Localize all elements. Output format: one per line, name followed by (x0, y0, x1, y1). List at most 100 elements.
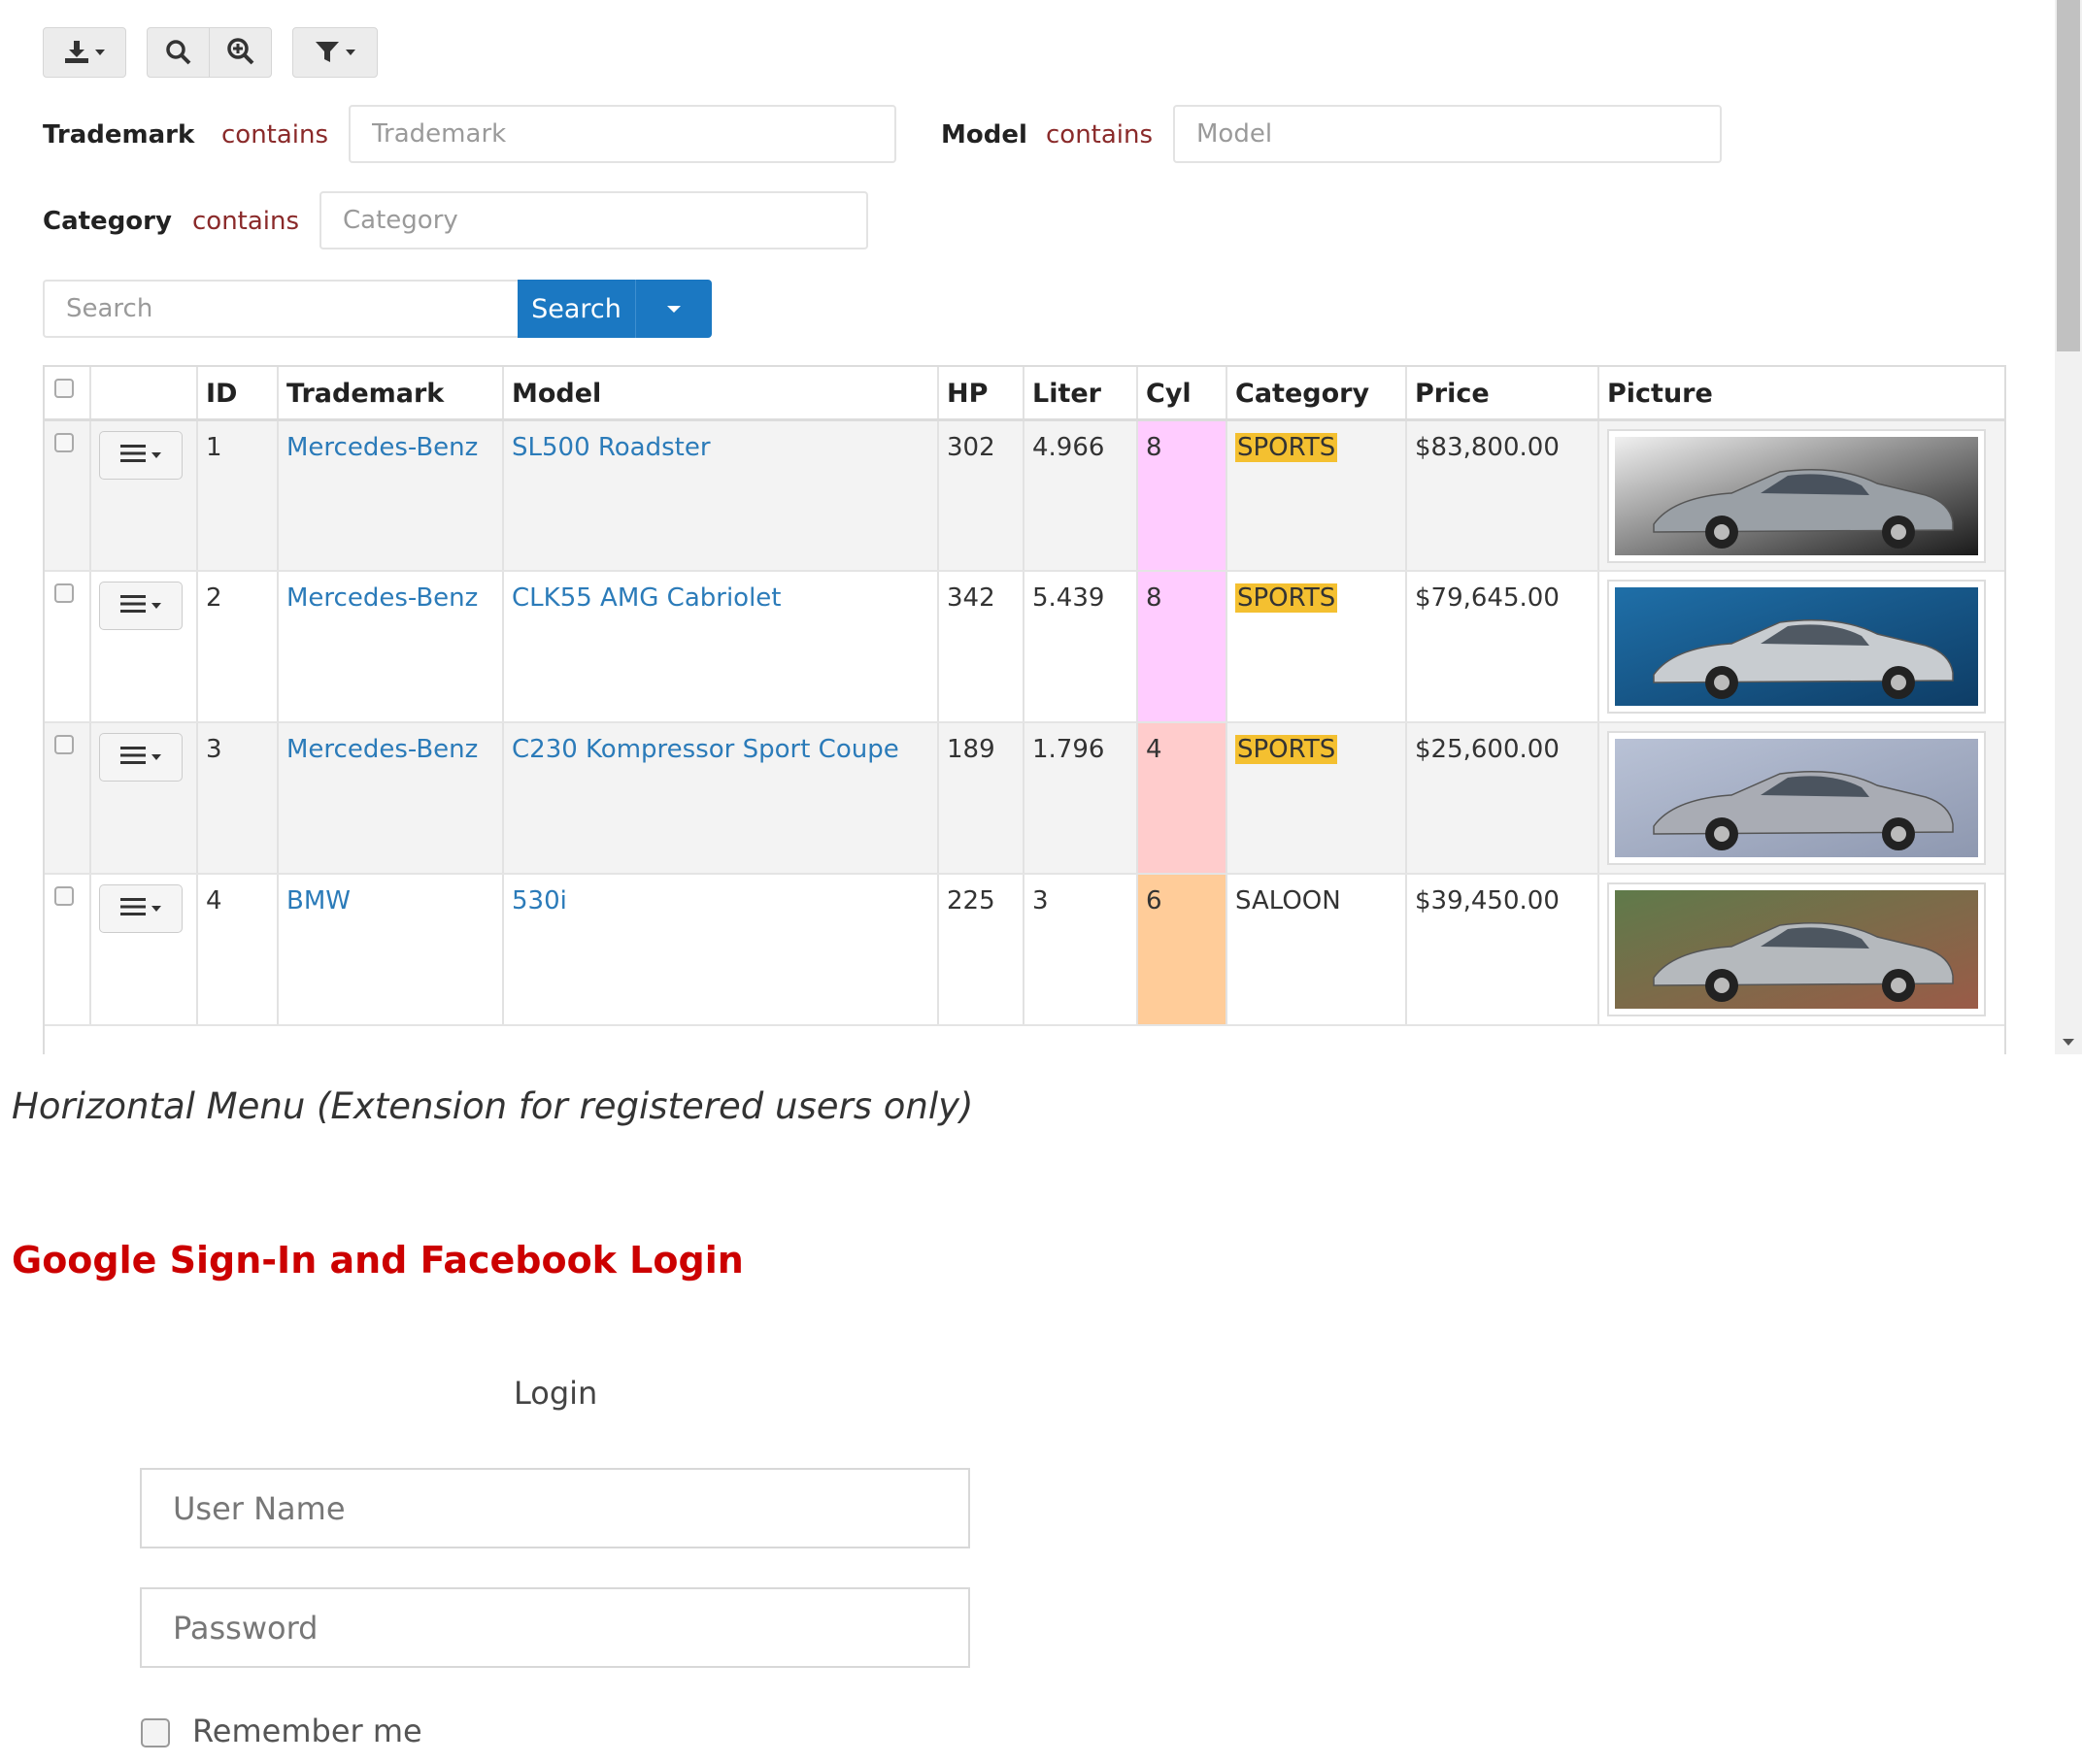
car-picture[interactable] (1607, 428, 1986, 563)
login-title: Login (514, 1375, 598, 1412)
model-filter-label: Model (941, 120, 1027, 150)
cell-price: $79,645.00 (1406, 571, 1599, 723)
category-filter-label: Category (43, 207, 172, 236)
username-input[interactable] (140, 1468, 970, 1548)
chevron-down-icon (346, 50, 355, 55)
filter-button[interactable] (292, 27, 378, 78)
cell-picture (1598, 571, 2004, 723)
table-row[interactable]: 4 BMW 530i 225 3 6 SALOON $39,450.00 (45, 874, 2004, 1026)
model-value[interactable]: CLK55 AMG Cabriolet (512, 583, 782, 613)
cell-trademark: Mercedes-Benz (278, 571, 504, 723)
model-value[interactable]: C230 Kompressor Sport Coupe (512, 735, 899, 764)
export-button[interactable] (43, 27, 126, 78)
price-value: $83,800.00 (1415, 432, 1560, 462)
row-checkbox[interactable] (54, 432, 74, 452)
search-icon (164, 38, 193, 67)
trademark-value[interactable]: BMW (286, 886, 351, 915)
password-input[interactable] (140, 1587, 970, 1668)
cell-model: 530i (503, 874, 939, 1026)
filter-icon (315, 40, 340, 65)
trademark-filter-input[interactable] (349, 105, 896, 163)
row-menu-cell (90, 722, 198, 875)
cell-price: $25,600.00 (1406, 722, 1599, 875)
id-value: 1 (206, 432, 222, 462)
cyl-value: 6 (1146, 886, 1162, 915)
cell-liter: 5.439 (1024, 571, 1138, 723)
hamburger-icon (120, 743, 146, 772)
trademark-value[interactable]: Mercedes-Benz (286, 583, 478, 613)
row-actions-button[interactable] (99, 884, 183, 933)
row-checkbox[interactable] (54, 886, 74, 906)
cell-category: SPORTS (1226, 419, 1407, 572)
model-value[interactable]: SL500 Roadster (512, 433, 711, 462)
liter-value: 3 (1032, 886, 1049, 915)
trademark-filter-operator[interactable]: contains (221, 120, 328, 150)
cell-hp: 342 (938, 571, 1024, 723)
row-checkbox[interactable] (54, 735, 74, 754)
cyl-value: 8 (1146, 432, 1162, 462)
search-input[interactable] (43, 280, 520, 338)
zoom-search-icon (225, 37, 256, 68)
table-row[interactable]: 1 Mercedes-Benz SL500 Roadster 302 4.966 8 SPO… (45, 419, 2004, 572)
hp-value: 189 (947, 735, 995, 764)
id-value: 3 (206, 735, 222, 764)
row-menu-cell (90, 571, 198, 723)
cell-liter: 4.966 (1024, 419, 1138, 572)
header-row: ID Trademark Model HP Liter Cyl Category… (45, 367, 2004, 421)
cell-id: 3 (197, 722, 279, 875)
row-checkbox[interactable] (54, 583, 74, 603)
category-filter-input[interactable] (319, 191, 868, 250)
row-menu-cell (90, 874, 198, 1026)
model-value[interactable]: 530i (512, 886, 567, 915)
model-filter-operator[interactable]: contains (1046, 120, 1153, 150)
trademark-value[interactable]: Mercedes-Benz (286, 433, 478, 462)
category-filter-operator[interactable]: contains (192, 207, 299, 236)
table-row[interactable]: 3 Mercedes-Benz C230 Kompressor Sport Coup… (45, 722, 2004, 875)
liter-value: 1.796 (1032, 735, 1105, 764)
column-header-trademark[interactable]: Trademark (278, 367, 504, 421)
hp-value: 342 (947, 583, 995, 613)
column-header-id[interactable]: ID (197, 367, 279, 421)
car-picture[interactable] (1607, 731, 1986, 865)
car-picture[interactable] (1607, 580, 1986, 714)
row-menu-header (90, 367, 198, 421)
scrollbar-thumb[interactable] (2057, 0, 2080, 351)
cell-liter: 3 (1024, 874, 1138, 1026)
cell-hp: 225 (938, 874, 1024, 1026)
scroll-down-arrow-icon[interactable] (2063, 1039, 2074, 1046)
column-header-cyl[interactable]: Cyl (1137, 367, 1227, 421)
table-row[interactable]: 2 Mercedes-Benz CLK55 AMG Cabriolet 342 5.43… (45, 571, 2004, 723)
column-header-liter[interactable]: Liter (1024, 367, 1138, 421)
select-all-checkbox[interactable] (54, 379, 74, 398)
column-header-price[interactable]: Price (1406, 367, 1599, 421)
row-select-cell (45, 722, 91, 875)
category-value: SPORTS (1235, 583, 1338, 613)
row-actions-button[interactable] (99, 733, 183, 782)
search-options-dropdown[interactable] (635, 280, 712, 338)
cell-picture (1598, 874, 2004, 1026)
remember-me-checkbox[interactable] (141, 1718, 170, 1747)
cell-cyl: 6 (1137, 874, 1227, 1026)
car-picture[interactable] (1607, 882, 1986, 1016)
hp-value: 302 (947, 432, 995, 462)
column-header-hp[interactable]: HP (938, 367, 1024, 421)
row-actions-button[interactable] (99, 582, 183, 630)
cell-price: $39,450.00 (1406, 874, 1599, 1026)
column-header-category[interactable]: Category (1226, 367, 1407, 421)
cell-id: 4 (197, 874, 279, 1026)
cyl-value: 4 (1146, 735, 1162, 764)
trademark-value[interactable]: Mercedes-Benz (286, 735, 478, 764)
cars-table: ID Trademark Model HP Liter Cyl Category… (45, 367, 2004, 1026)
row-actions-button[interactable] (99, 430, 183, 480)
chevron-down-icon (667, 305, 681, 313)
search-button[interactable]: Search (518, 280, 635, 338)
cell-id: 2 (197, 571, 279, 723)
download-icon (64, 41, 89, 64)
search-toggle-button[interactable] (147, 27, 210, 78)
model-filter-input[interactable] (1173, 105, 1722, 163)
column-header-model[interactable]: Model (503, 367, 939, 421)
category-value: SPORTS (1235, 735, 1338, 764)
column-header-picture[interactable]: Picture (1598, 367, 2004, 421)
advanced-search-button[interactable] (209, 27, 272, 78)
cell-id: 1 (197, 419, 279, 572)
